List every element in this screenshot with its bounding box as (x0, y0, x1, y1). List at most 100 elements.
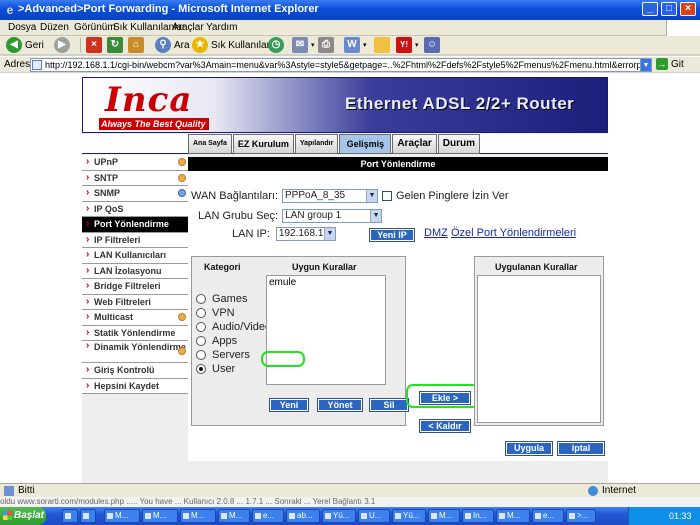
sidebar-item-upnp[interactable]: UPnP (82, 155, 188, 171)
taskbar-item[interactable]: U... (358, 509, 390, 523)
sidebar-item-dynamic-routing[interactable]: Dinamik Yönlendirme (82, 341, 188, 363)
sidebar-item-port-forwarding[interactable]: Port Yönlendirme (82, 217, 188, 233)
stop-icon: × (86, 37, 102, 53)
cancel-button[interactable]: iptal (557, 441, 605, 456)
go-button[interactable]: → Git (656, 58, 684, 70)
messenger-button[interactable]: ☺ (424, 36, 443, 54)
taskbar: Başlat M... M... M... M... e... ab... Yü… (0, 507, 700, 525)
folder-button[interactable] (374, 36, 393, 54)
taskbar-item[interactable]: >... (566, 509, 596, 523)
taskbar-item[interactable]: M... (428, 509, 460, 523)
taskbar-item[interactable]: M... (218, 509, 250, 523)
status-dot-icon (178, 313, 186, 321)
refresh-button[interactable]: ↻ (107, 36, 126, 54)
custom-port-forwarding-link[interactable]: Özel Port Yönlendirmeleri (451, 227, 576, 239)
taskbar-item[interactable]: Yü... (392, 509, 426, 523)
start-button[interactable]: Başlat (0, 507, 46, 525)
sidebar-item-ip-qos[interactable]: IP QoS (82, 201, 188, 217)
sidebar-item-sntp[interactable]: SNTP (82, 170, 188, 186)
new-ip-button[interactable]: Yeni IP (369, 228, 415, 242)
allow-ping-checkbox[interactable] (382, 191, 393, 201)
back-button[interactable]: ◀ Geri (6, 36, 44, 54)
tab-tools[interactable]: Araçlar (392, 134, 437, 154)
search-icon: ⚲ (155, 37, 171, 53)
menu-view[interactable]: Görünüm (74, 22, 116, 33)
forward-button[interactable]: ▶ (54, 36, 73, 54)
mail-button[interactable]: ✉ ▾ (292, 36, 315, 54)
category-user[interactable]: User (196, 363, 235, 375)
taskbar-item[interactable]: In... (462, 509, 494, 523)
sidebar-item-save-all[interactable]: Hepsini Kaydet (82, 378, 188, 394)
sidebar-item-snmp[interactable]: SNMP (82, 186, 188, 202)
menu-tools[interactable]: Araçlar (172, 22, 204, 33)
list-item[interactable]: emule (267, 276, 385, 289)
sidebar-item-lan-users[interactable]: LAN Kullanıcıları (82, 248, 188, 264)
address-input[interactable]: http://192.168.1.1/cgi-bin/webcm?var%3Am… (30, 58, 652, 72)
tab-home[interactable]: Ana Sayfa (188, 134, 232, 154)
taskbar-item[interactable]: ab... (286, 509, 320, 523)
lan-ip-select[interactable]: 192.168.1.2 ▼ (275, 227, 336, 241)
wan-select[interactable]: PPPoA_8_35 ▼ (282, 189, 379, 203)
category-vpn[interactable]: VPN (196, 307, 235, 319)
home-button[interactable]: ⌂ (128, 36, 147, 54)
category-audio-video[interactable]: Audio/Video (196, 321, 271, 333)
go-arrow-icon: → (656, 58, 668, 70)
menu-file[interactable]: Dosya (8, 22, 36, 33)
category-apps[interactable]: Apps (196, 335, 237, 347)
toolbar-separator (80, 38, 81, 52)
new-rule-button[interactable]: Yeni (269, 398, 309, 412)
wan-label: WAN Bağlantıları: (191, 190, 279, 202)
refresh-icon: ↻ (107, 37, 123, 53)
close-button[interactable]: × (680, 2, 696, 16)
print-icon: ⎙ (318, 37, 334, 53)
stop-button[interactable]: × (86, 36, 105, 54)
quicklaunch-ie-icon[interactable] (62, 509, 78, 523)
address-dropdown-icon[interactable]: ▼ (640, 58, 652, 72)
page-done-icon (4, 485, 14, 496)
available-rules-list[interactable]: emule (266, 275, 386, 385)
sidebar-item-static-routing[interactable]: Statik Yönlendirme (82, 325, 188, 341)
taskbar-item[interactable]: e... (252, 509, 284, 523)
print-button[interactable]: ⎙ (318, 36, 337, 54)
search-button[interactable]: ⚲ Ara (155, 36, 190, 54)
dmz-link[interactable]: DMZ (424, 227, 448, 239)
apply-button[interactable]: Uygula (505, 441, 553, 456)
taskbar-item[interactable]: M... (104, 509, 140, 523)
applied-rules-header: Uygulanan Kurallar (495, 262, 578, 272)
tab-advanced[interactable]: Gelişmiş (339, 134, 392, 154)
taskbar-item[interactable]: M... (142, 509, 178, 523)
status-dot-icon (178, 173, 186, 182)
maximize-button[interactable]: □ (661, 2, 677, 16)
manage-rule-button[interactable]: Yönet (317, 398, 363, 412)
brand-logo: Inca (105, 80, 193, 120)
tab-status[interactable]: Durum (437, 134, 481, 154)
lan-group-label: LAN Grubu Seç: (198, 210, 279, 222)
sidebar-item-web-filters[interactable]: Web Filtreleri (82, 294, 188, 310)
quicklaunch-media-icon[interactable] (80, 509, 96, 523)
category-games[interactable]: Games (196, 293, 247, 305)
yahoo-button[interactable]: Y! ▾ (396, 36, 419, 54)
edit-button[interactable]: W ▾ (344, 36, 367, 54)
menu-edit[interactable]: Düzen (40, 22, 69, 33)
menu-help[interactable]: Yardım (206, 22, 238, 33)
minimize-button[interactable]: _ (642, 2, 658, 16)
taskbar-item[interactable]: M... (180, 509, 216, 523)
category-servers[interactable]: Servers (196, 349, 250, 361)
radio-icon (196, 350, 206, 360)
history-button[interactable]: ◷ (268, 36, 287, 54)
sidebar-item-lan-isolation[interactable]: LAN İzolasyonu (82, 263, 188, 279)
tab-ez-setup[interactable]: EZ Kurulum (232, 134, 294, 154)
sidebar-item-bridge-filters[interactable]: Bridge Filtreleri (82, 279, 188, 295)
sidebar-item-ip-filters[interactable]: IP Filtreleri (82, 232, 188, 248)
delete-rule-button[interactable]: Sil (369, 398, 409, 412)
sidebar-item-multicast[interactable]: Multicast (82, 310, 188, 326)
remove-rule-button[interactable]: < Kaldır (419, 419, 471, 433)
address-label: Adres (4, 59, 31, 70)
applied-rules-list[interactable] (477, 275, 601, 423)
taskbar-item[interactable]: e... (532, 509, 564, 523)
taskbar-item[interactable]: M... (496, 509, 530, 523)
taskbar-item[interactable]: Yü... (322, 509, 356, 523)
lan-group-select[interactable]: LAN group 1 ▼ (282, 209, 383, 223)
tab-configure[interactable]: Yapılandır (294, 134, 339, 154)
sidebar-item-access-control[interactable]: Giriş Kontrolü (82, 363, 188, 379)
